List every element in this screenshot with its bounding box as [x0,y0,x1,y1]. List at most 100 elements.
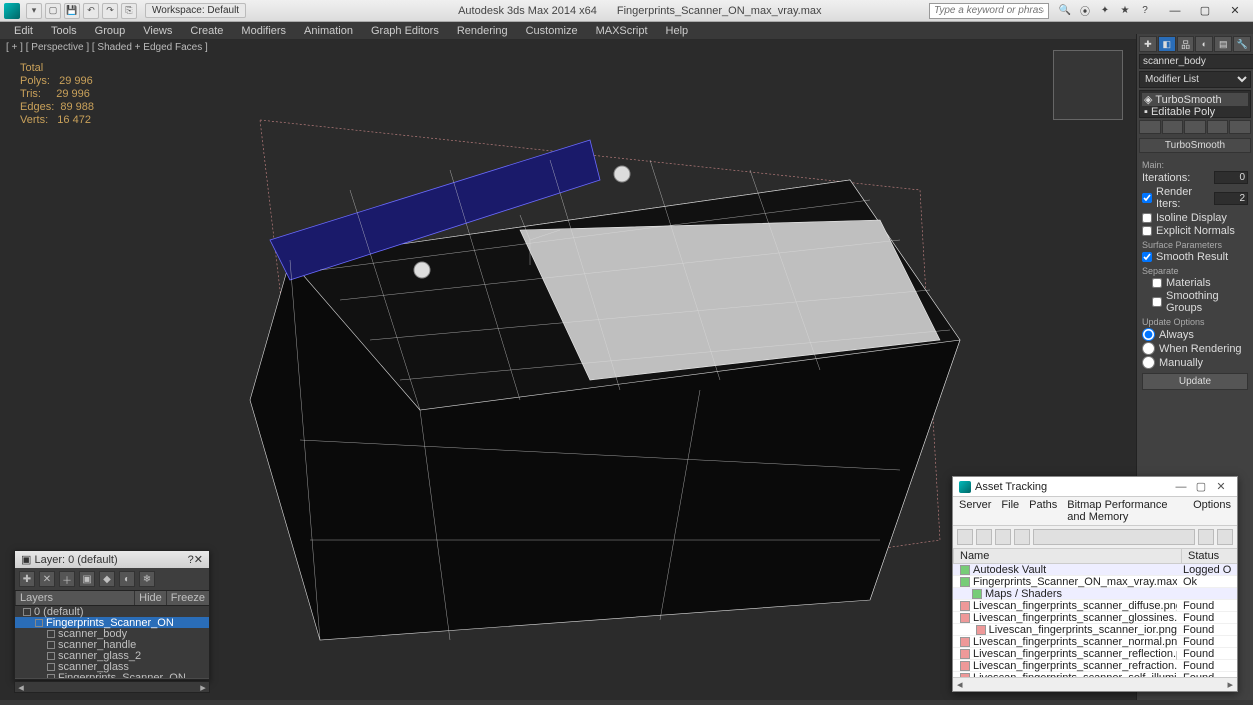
asset-row[interactable]: Livescan_fingerprints_scanner_ior.pngFou… [953,624,1237,636]
highlight-layer-icon[interactable]: ◆ [99,571,115,587]
separate-materials-checkbox[interactable] [1152,278,1162,288]
asset-row[interactable]: Maps / Shaders [953,588,1237,600]
viewcube[interactable] [1053,50,1123,120]
asset-maximize-button[interactable]: ▢ [1191,480,1211,493]
qat-link-icon[interactable]: ⎘ [121,3,137,19]
delete-layer-icon[interactable]: ✕ [39,571,55,587]
asset-hscrollbar[interactable]: ◂▸ [953,677,1237,691]
tab-utilities-icon[interactable]: 🔧 [1233,36,1251,52]
minimize-button[interactable]: — [1161,3,1189,19]
layer-row[interactable]: 0 (default) [15,606,209,617]
asset-tool-2-icon[interactable] [976,529,992,545]
qat-redo-icon[interactable]: ↷ [102,3,118,19]
add-to-layer-icon[interactable]: ＋ [59,571,75,587]
asset-refresh-icon[interactable] [1198,529,1214,545]
menu-animation[interactable]: Animation [296,23,361,39]
asset-menu-file[interactable]: File [1001,499,1019,523]
tab-display-icon[interactable]: ▤ [1214,36,1232,52]
isoline-checkbox[interactable] [1142,213,1152,223]
show-end-result-icon[interactable] [1162,120,1184,134]
asset-tool-1-icon[interactable] [957,529,973,545]
separate-sg-checkbox[interactable] [1152,297,1162,307]
layer-close-icon[interactable]: ✕ [194,553,203,566]
smooth-result-checkbox[interactable] [1142,252,1152,262]
qat-open-icon[interactable]: ▢ [45,3,61,19]
update-button[interactable]: Update [1142,373,1248,390]
iterations-input[interactable] [1214,171,1248,184]
stack-turbosmooth[interactable]: ◈ TurboSmooth [1142,93,1248,106]
qat-undo-icon[interactable]: ↶ [83,3,99,19]
asset-row[interactable]: Livescan_fingerprints_scanner_refraction… [953,660,1237,672]
layer-row[interactable]: scanner_body [15,628,209,639]
asset-row[interactable]: Fingerprints_Scanner_ON_max_vray.maxOk [953,576,1237,588]
qat-new-icon[interactable]: ▾ [26,3,42,19]
tab-create-icon[interactable]: ✚ [1139,36,1157,52]
asset-tool-4-icon[interactable] [1014,529,1030,545]
menu-tools[interactable]: Tools [43,23,85,39]
rollup-turbosmooth[interactable]: TurboSmooth [1139,138,1251,153]
configure-sets-icon[interactable] [1229,120,1251,134]
object-name-input[interactable] [1139,54,1253,69]
update-manually-radio[interactable] [1142,356,1155,369]
col-layers[interactable]: Layers [15,591,134,605]
exchange-icon[interactable]: ✦ [1097,3,1113,19]
update-always-radio[interactable] [1142,328,1155,341]
select-layer-icon[interactable]: ▣ [79,571,95,587]
menu-customize[interactable]: Customize [518,23,586,39]
menu-group[interactable]: Group [87,23,134,39]
pin-stack-icon[interactable] [1139,120,1161,134]
asset-minimize-button[interactable]: — [1171,481,1191,493]
col-freeze[interactable]: Freeze [166,591,209,605]
help-icon[interactable]: ? [1137,3,1153,19]
tab-motion-icon[interactable]: ◐ [1195,36,1213,52]
maximize-button[interactable]: ▢ [1191,3,1219,19]
asset-tool-3-icon[interactable] [995,529,1011,545]
col-hide[interactable]: Hide [134,591,166,605]
tab-hierarchy-icon[interactable]: 品 [1177,36,1195,52]
help-search-input[interactable] [929,3,1049,19]
layer-row[interactable]: scanner_glass_2 [15,650,209,661]
close-button[interactable]: ✕ [1221,3,1249,19]
render-iters-input[interactable] [1214,192,1248,205]
asset-row[interactable]: Livescan_fingerprints_scanner_reflection… [953,648,1237,660]
explicit-normals-checkbox[interactable] [1142,226,1152,236]
layer-row[interactable]: scanner_handle [15,639,209,650]
tab-modify-icon[interactable]: ◧ [1158,36,1176,52]
layer-row[interactable]: Fingerprints_Scanner_ON [15,672,209,678]
menu-views[interactable]: Views [135,23,180,39]
asset-close-button[interactable]: ✕ [1211,480,1231,493]
asset-row[interactable]: Livescan_fingerprints_scanner_diffuse.pn… [953,600,1237,612]
asset-menu-options[interactable]: Options [1193,499,1231,523]
menu-graph-editors[interactable]: Graph Editors [363,23,447,39]
hide-layer-icon[interactable]: ◐ [119,571,135,587]
modifier-stack[interactable]: ◈ TurboSmooth ▪ Editable Poly [1139,90,1251,118]
favorite-icon[interactable]: ★ [1117,3,1133,19]
asset-list[interactable]: Autodesk VaultLogged OFingerprints_Scann… [953,564,1237,677]
new-layer-icon[interactable]: ✚ [19,571,35,587]
asset-col-status[interactable]: Status [1181,549,1237,563]
asset-col-name[interactable]: Name [953,549,1181,563]
signin-icon[interactable]: ⦿ [1077,3,1093,19]
make-unique-icon[interactable] [1184,120,1206,134]
menu-rendering[interactable]: Rendering [449,23,516,39]
search-icon[interactable]: 🔍 [1057,3,1073,19]
layer-row[interactable]: scanner_glass [15,661,209,672]
asset-row[interactable]: Autodesk VaultLogged O [953,564,1237,576]
freeze-layer-icon[interactable]: ❄ [139,571,155,587]
asset-menu-paths[interactable]: Paths [1029,499,1057,523]
update-rendering-radio[interactable] [1142,342,1155,355]
menu-create[interactable]: Create [182,23,231,39]
asset-menu-server[interactable]: Server [959,499,991,523]
menu-maxscript[interactable]: MAXScript [588,23,656,39]
asset-settings-icon[interactable] [1217,529,1233,545]
asset-menu-bitmap[interactable]: Bitmap Performance and Memory [1067,499,1183,523]
layer-hscrollbar[interactable]: ◂▸ [14,681,210,693]
asset-row[interactable]: Livescan_fingerprints_scanner_normal.png… [953,636,1237,648]
menu-edit[interactable]: Edit [6,23,41,39]
modifier-list-dropdown[interactable]: Modifier List [1139,71,1251,88]
menu-modifiers[interactable]: Modifiers [233,23,294,39]
layer-tree[interactable]: 0 (default)Fingerprints_Scanner_ONscanne… [15,606,209,678]
remove-modifier-icon[interactable] [1207,120,1229,134]
workspace-selector[interactable]: Workspace: Default [145,3,246,18]
menu-help[interactable]: Help [658,23,697,39]
